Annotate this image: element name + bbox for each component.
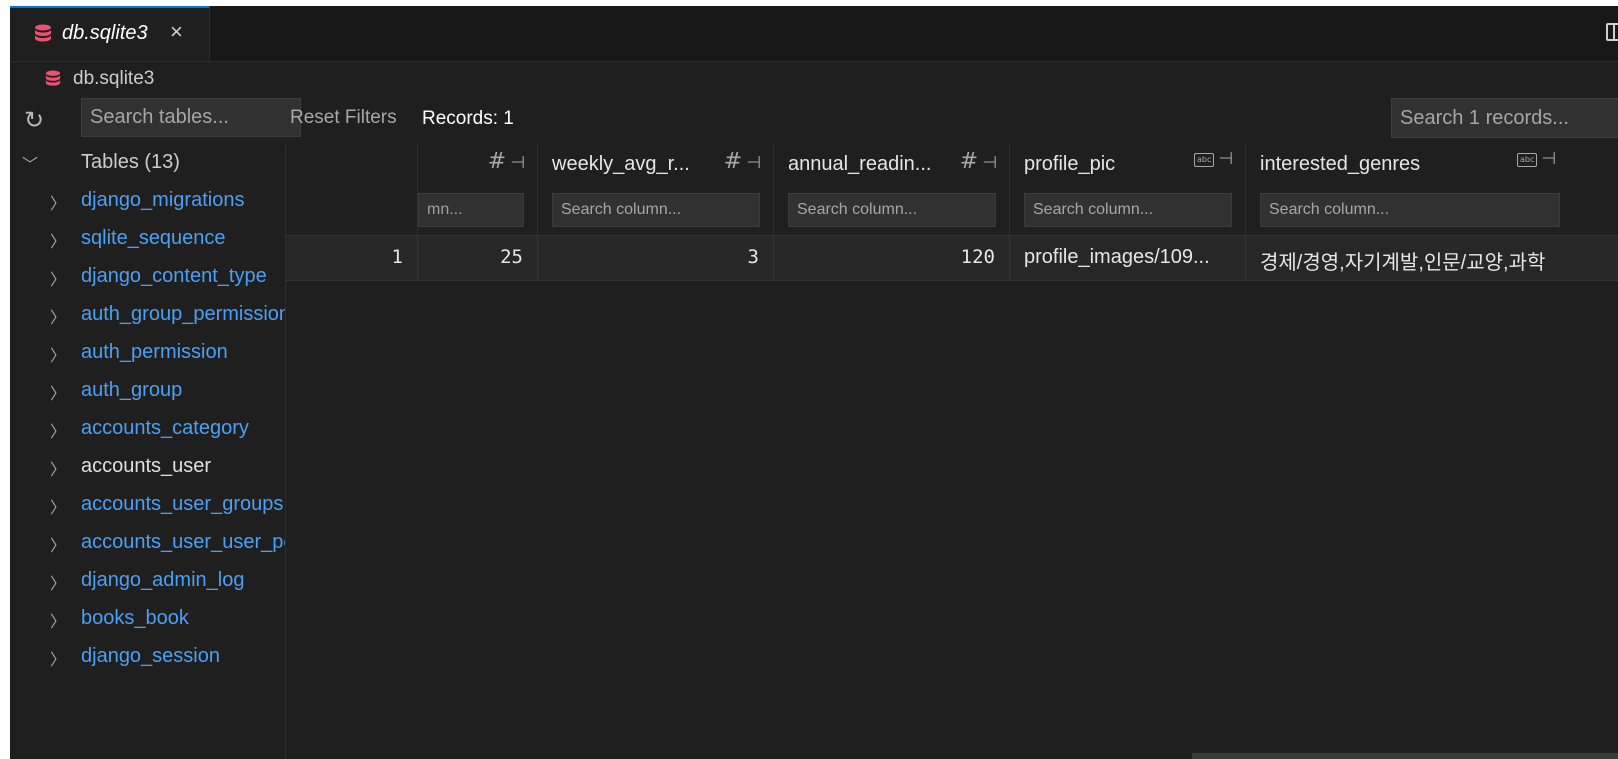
pin-icon[interactable]: ⊣ [1218, 149, 1233, 169]
sidebar-item-accounts-user-groups[interactable]: 〉 accounts_user_groups [10, 489, 285, 525]
column-header-profile-pic[interactable]: profile_pic abc ⊣ [1010, 143, 1246, 235]
sidebar-item-django-content-type[interactable]: 〉 django_content_type [10, 261, 285, 297]
sidebar-item-label: sqlite_sequence [81, 227, 226, 249]
chevron-right-icon: 〉 [50, 574, 67, 593]
sidebar-item-label: books_book [81, 607, 189, 629]
sidebar-item-label: accounts_user [81, 455, 212, 477]
column-search-input[interactable] [1260, 193, 1560, 227]
column-header-interested-genres[interactable]: interested_genres abc ⊣ [1246, 143, 1586, 235]
pin-icon[interactable]: ⊣ [746, 153, 761, 173]
breadcrumb-label[interactable]: db.sqlite3 [73, 68, 154, 90]
sidebar-item-label: django_admin_log [81, 569, 245, 591]
column-name: profile_pic [1024, 153, 1116, 175]
database-icon [35, 24, 51, 42]
tab-title: db.sqlite3 [62, 22, 148, 44]
sidebar-item-auth-group-permissions[interactable]: 〉 auth_group_permissions [10, 299, 285, 335]
refresh-icon[interactable]: ↻ [24, 106, 44, 135]
table-cell[interactable]: 25 [418, 235, 538, 281]
text-type-icon: abc [1517, 152, 1538, 167]
sidebar-item-label: django_content_type [81, 265, 267, 287]
number-type-icon: # [959, 149, 979, 174]
chevron-right-icon: 〉 [50, 422, 67, 441]
search-records-input[interactable] [1391, 98, 1618, 138]
pin-icon[interactable]: ⊣ [982, 153, 997, 173]
column-search-input[interactable] [552, 193, 760, 227]
sidebar-item-accounts-user[interactable]: 〉 accounts_user [10, 451, 285, 487]
sidebar-item-label: auth_group_permissions [81, 303, 286, 325]
tab-strip: db.sqlite3 × [10, 6, 1618, 62]
table-cell[interactable]: 3 [538, 235, 774, 281]
sidebar-item-accounts-category[interactable]: 〉 accounts_category [10, 413, 285, 449]
row-index-cell: 1 [286, 235, 418, 281]
sidebar-item-label: accounts_category [81, 417, 249, 439]
sidebar-item-django-session[interactable]: 〉 django_session [10, 641, 285, 677]
sidebar-item-label: accounts_user_groups [81, 493, 284, 515]
chevron-right-icon: 〉 [50, 270, 67, 289]
tables-group-header[interactable]: ﹀ Tables (13) [10, 147, 285, 183]
sidebar-item-label: django_session [81, 645, 220, 667]
tables-group-label: Tables (13) [81, 151, 180, 173]
chevron-right-icon: 〉 [50, 650, 67, 669]
column-header[interactable]: # ⊣ [418, 143, 538, 235]
search-tables-input[interactable] [81, 98, 301, 137]
sidebar-item-auth-permission[interactable]: 〉 auth_permission [10, 337, 285, 373]
chevron-right-icon: 〉 [50, 194, 67, 213]
column-search-input[interactable] [418, 193, 524, 227]
column-name: weekly_avg_r... [552, 153, 690, 175]
chevron-right-icon: 〉 [50, 346, 67, 365]
split-editor-icon[interactable] [1606, 23, 1618, 41]
records-count: Records: 1 [422, 108, 514, 129]
column-name: annual_readin... [788, 153, 932, 175]
column-name: interested_genres [1260, 153, 1421, 175]
tab-db-sqlite3[interactable]: db.sqlite3 × [10, 6, 210, 61]
tables-sidebar: ﹀ Tables (13) 〉 django_migrations 〉 sqli… [10, 145, 286, 759]
row-index-column-header [286, 143, 418, 235]
sidebar-item-accounts-user-user-permissions[interactable]: 〉 accounts_user_user_permissions [10, 527, 285, 563]
sidebar-item-label: django_migrations [81, 189, 245, 211]
reset-filters-button[interactable]: Reset Filters [290, 107, 397, 129]
chevron-right-icon: 〉 [50, 384, 67, 403]
text-type-icon: abc [1194, 152, 1215, 167]
sidebar-item-auth-group[interactable]: 〉 auth_group [10, 375, 285, 411]
chevron-right-icon: 〉 [50, 498, 67, 517]
sidebar-item-label: accounts_user_user_permissions [81, 531, 285, 553]
column-search-input[interactable] [788, 193, 996, 227]
chevron-right-icon: 〉 [50, 612, 67, 631]
data-grid: #⊣ weekly_avg_r... #⊣ annual_readin... #… [286, 143, 1618, 759]
table-cell[interactable]: 경제/경영,자기계발,인문/교양,과학 [1246, 235, 1618, 281]
number-type-icon: # [723, 149, 743, 174]
toolbar: ↻ Reset Filters Records: 1 [10, 98, 1618, 143]
breadcrumb: db.sqlite3 [10, 62, 1618, 97]
sidebar-item-sqlite-sequence[interactable]: 〉 sqlite_sequence [10, 223, 285, 259]
column-header-annual-reading[interactable]: annual_readin... # ⊣ [774, 143, 1010, 235]
horizontal-scrollbar[interactable] [1192, 753, 1618, 759]
sidebar-item-django-admin-log[interactable]: 〉 django_admin_log [10, 565, 285, 601]
db-viewer-app: db.sqlite3 × db.sqlite3 ↻ Reset Filters … [10, 6, 1618, 759]
number-type-icon: # [487, 149, 507, 174]
table-cell[interactable]: profile_images/109... [1010, 235, 1246, 281]
chevron-right-icon: 〉 [50, 232, 67, 251]
column-header-weekly-avg[interactable]: weekly_avg_r... # ⊣ [538, 143, 774, 235]
chevron-right-icon: 〉 [50, 536, 67, 555]
chevron-down-icon: ﹀ [22, 155, 39, 174]
chevron-right-icon: 〉 [50, 308, 67, 327]
column-search-input[interactable] [1024, 193, 1232, 227]
chevron-right-icon: 〉 [50, 460, 67, 479]
sidebar-item-django-migrations[interactable]: 〉 django_migrations [10, 185, 285, 221]
pin-icon[interactable]: ⊣ [510, 153, 525, 173]
sidebar-item-books-book[interactable]: 〉 books_book [10, 603, 285, 639]
close-icon[interactable]: × [170, 19, 183, 45]
table-cell[interactable]: 120 [774, 235, 1010, 281]
sidebar-item-label: auth_permission [81, 341, 228, 363]
sidebar-item-label: auth_group [81, 379, 183, 401]
database-icon [45, 70, 61, 86]
pin-icon[interactable]: ⊣ [1541, 149, 1556, 169]
